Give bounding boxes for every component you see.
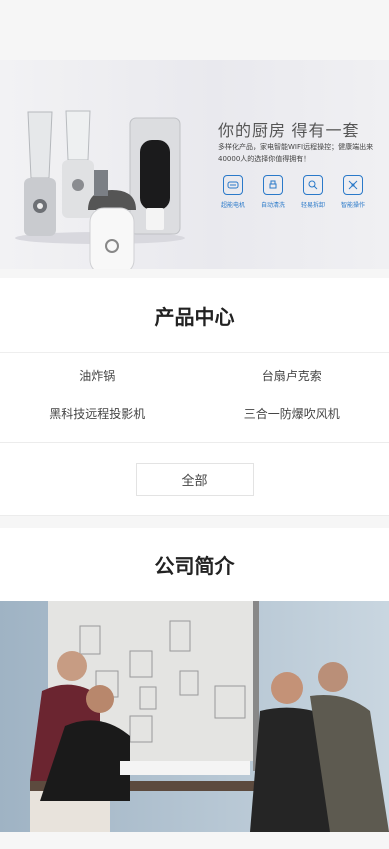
products-heading-bar: 产品中心: [0, 278, 389, 353]
feature-disassemble: 轻易拆卸: [293, 175, 333, 209]
hero-banner[interactable]: 你的厨房 得有一套 多样化产品，家电智能WIFI远程操控；健康端出来40000人…: [0, 60, 389, 269]
top-bar: [0, 0, 389, 60]
disassemble-icon: [303, 175, 323, 195]
feature-label: 轻易拆卸: [300, 202, 325, 209]
office-team-image: [0, 601, 389, 832]
feature-label: 智能操作: [340, 202, 365, 209]
product-link-projector[interactable]: 黑科技远程投影机: [0, 402, 195, 426]
banner-title: 你的厨房 得有一套: [218, 123, 360, 140]
banner-description: 多样化产品，家电智能WIFI远程操控；健康端出来40000人的选择你值得拥有！: [218, 143, 374, 163]
appliances-illustration: [15, 110, 185, 269]
product-link-fan[interactable]: 台扇卢克索: [195, 364, 389, 388]
product-link-hair-dryer[interactable]: 三合一防爆吹风机: [195, 402, 389, 426]
about-heading: 公司简介: [154, 556, 235, 578]
all-products-button[interactable]: 全部: [135, 462, 254, 496]
more-products-bar: 全部: [0, 442, 389, 516]
feature-smart: 智能操作: [333, 175, 373, 209]
feature-cleaning: 自动清洗: [253, 175, 293, 209]
feature-motor: 超能电机: [213, 175, 253, 209]
cleaning-icon: [263, 175, 283, 195]
company-photo: [0, 601, 389, 832]
feature-label: 超能电机: [220, 202, 245, 209]
product-link-air-fryer[interactable]: 油炸锅: [0, 364, 195, 388]
about-heading-bar: 公司简介: [0, 528, 389, 601]
feature-label: 自动清洗: [260, 202, 285, 209]
motor-icon: [223, 175, 243, 195]
product-list: 油炸锅 台扇卢克索 黑科技远程投影机 三合一防爆吹风机: [0, 353, 389, 442]
products-heading: 产品中心: [154, 306, 235, 329]
smart-operation-icon: [343, 175, 363, 195]
